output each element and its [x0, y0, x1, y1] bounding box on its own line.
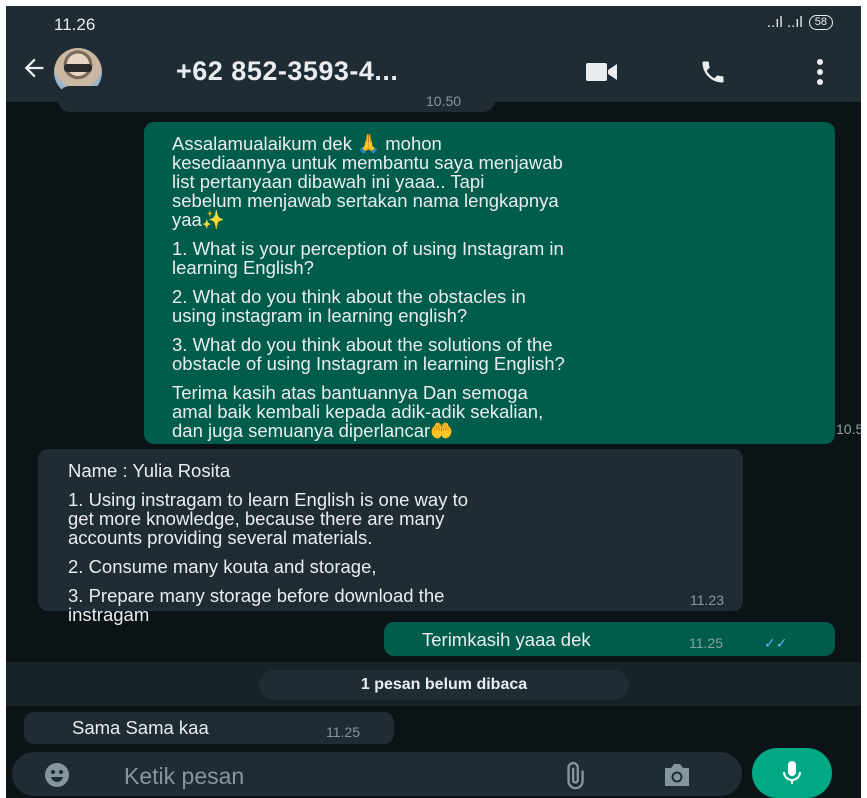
message-text: Terimkasih yaaa dek — [422, 629, 591, 650]
signal-icon: ..ıl ..ıl — [766, 14, 803, 31]
message-time: 11.23 — [690, 592, 724, 608]
message-input[interactable] — [122, 760, 526, 792]
mic-icon — [783, 761, 801, 784]
incoming-message[interactable]: Sama Sama kaa 11.25 — [24, 712, 394, 744]
status-time: 11.26 — [54, 15, 96, 34]
unread-divider: 1 pesan belum dibaca — [6, 662, 861, 706]
message-text: Sama Sama kaa — [72, 717, 209, 738]
status-icons: ..ıl ..ıl 58 — [767, 14, 833, 31]
input-bar — [6, 746, 861, 798]
chat-area: 10.50 Assalamualaikum dek 🙏 mohon kesedi… — [6, 86, 861, 744]
message-paragraph: 3. Prepare many storage before download … — [68, 585, 445, 625]
message-time: 10.51 — [836, 421, 861, 437]
message-paragraph: 1. What is your perception of using Inst… — [172, 238, 564, 278]
outgoing-message[interactable]: Terimkasih yaaa dek 11.25 ✓✓ — [384, 622, 835, 656]
read-ticks-icon: ✓✓ — [764, 635, 788, 651]
previous-message-bubble[interactable]: 10.50 — [58, 86, 495, 112]
message-paragraph: Terima kasih atas bantuannya Dan semoga … — [172, 382, 544, 441]
outgoing-message[interactable]: Assalamualaikum dek 🙏 mohon kesediaannya… — [144, 122, 861, 444]
message-paragraph: Name : Yulia Rosita — [68, 460, 231, 481]
contact-name[interactable]: +62 852-3593-4... — [176, 56, 398, 87]
emoji-icon[interactable] — [44, 762, 70, 788]
message-paragraph: Assalamualaikum dek 🙏 mohon kesediaannya… — [172, 133, 563, 230]
unread-label: 1 pesan belum dibaca — [259, 670, 629, 700]
more-vert-icon[interactable] — [816, 58, 824, 86]
message-time: 11.25 — [326, 724, 360, 740]
incoming-message[interactable]: Name : Yulia Rosita 1. Using instragam t… — [38, 449, 743, 624]
message-text: Name : Yulia Rosita 1. Using instragam t… — [68, 461, 728, 634]
message-paragraph: 1. Using instragam to learn English is o… — [68, 489, 469, 548]
camera-icon[interactable] — [662, 762, 692, 788]
message-paragraph: 2. Consume many kouta and storage, — [68, 556, 377, 577]
message-composer — [12, 752, 742, 796]
message-time: 11.25 — [689, 635, 723, 651]
video-call-icon[interactable] — [586, 62, 618, 82]
back-arrow-icon[interactable] — [20, 54, 48, 82]
phone-call-icon[interactable] — [699, 58, 727, 86]
voice-record-button[interactable] — [752, 748, 832, 798]
message-time: 10.50 — [426, 93, 462, 109]
whatsapp-chat-screen: 11.26 ..ıl ..ıl 58 +62 852-3593-4... 10.… — [6, 6, 861, 798]
battery-icon: 58 — [808, 15, 833, 30]
message-paragraph: 2. What do you think about the obstacles… — [172, 286, 526, 326]
status-bar: 11.26 ..ıl ..ıl 58 — [6, 6, 861, 40]
message-paragraph: 3. What do you think about the solutions… — [172, 334, 565, 374]
attach-icon[interactable] — [560, 762, 588, 790]
message-text: Assalamualaikum dek 🙏 mohon kesediaannya… — [172, 134, 822, 450]
